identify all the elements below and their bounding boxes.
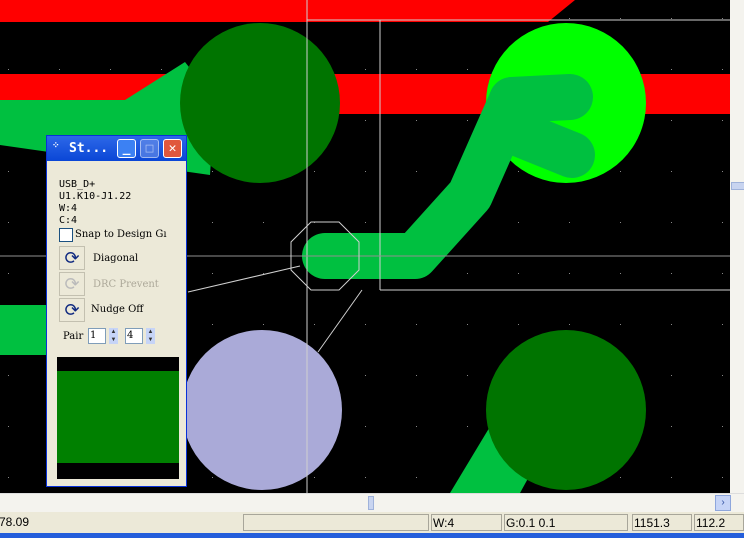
net-name: USB_D+ [59, 179, 96, 190]
pair-label: Pair [63, 331, 84, 342]
status-width: W:4 [431, 514, 502, 531]
taskbar [0, 533, 744, 538]
route-status-panel[interactable]: ⁘ St... _ □ ✕ USB_D+ U1.K10-J1.22 W:4 C:… [46, 135, 187, 487]
status-coord: 78.09 [0, 515, 30, 529]
drc-mode-button[interactable]: ⟳ [59, 272, 85, 296]
diagonal-mode-button[interactable]: ⟳ [59, 246, 85, 270]
diagonal-label: Diagonal [93, 253, 139, 264]
status-grid: G:0.1 0.1 [504, 514, 628, 531]
pair-spinner-1[interactable]: ▲ ▼ [109, 328, 118, 344]
trace-width: W:4 [59, 203, 78, 214]
red-trace-top [0, 0, 575, 22]
status-x: 1151.3 [632, 514, 692, 531]
pad-lavender [182, 330, 342, 490]
status-y: 112.2 [694, 514, 744, 531]
panel-titlebar[interactable]: ⁘ St... _ □ ✕ [47, 136, 186, 161]
status-message [243, 514, 429, 531]
snap-label: Snap to Design Gı [75, 229, 167, 240]
scroll-right-button[interactable]: › [715, 495, 731, 511]
nudge-mode-button[interactable]: ⟳ [59, 298, 85, 322]
cycle-icon: ⟳ [64, 274, 80, 294]
pair-input-2[interactable]: 4 [125, 328, 143, 344]
snap-checkbox[interactable] [59, 228, 73, 242]
pad-dark-top [180, 23, 340, 183]
preview-box [57, 357, 179, 479]
preview-trace [57, 371, 179, 463]
maximize-button[interactable]: □ [140, 139, 159, 158]
panel-title: St... [69, 141, 109, 156]
pair-spinner-2[interactable]: ▲ ▼ [146, 328, 155, 344]
vertical-scroll-thumb[interactable] [731, 182, 744, 190]
nudge-label: Nudge Off [91, 304, 144, 315]
pair-input-1[interactable]: 1 [88, 328, 106, 344]
status-bar: 78.09 W:4 G:0.1 0.1 1151.3 112.2 [0, 512, 744, 533]
cycle-icon: ⟳ [64, 248, 80, 268]
close-button[interactable]: ✕ [163, 139, 182, 158]
clearance: C:4 [59, 215, 78, 226]
minimize-button[interactable]: _ [117, 139, 136, 158]
drc-label: DRC Prevent [93, 279, 159, 290]
green-trace-left-lower [0, 305, 46, 355]
vertical-scrollbar[interactable] [730, 0, 744, 493]
cycle-icon: ⟳ [64, 300, 80, 320]
pad-dark-bottom [486, 330, 646, 490]
horizontal-scroll-thumb[interactable] [368, 496, 374, 510]
connection: U1.K10-J1.22 [59, 191, 132, 202]
app-icon: ⁘ [52, 141, 60, 151]
